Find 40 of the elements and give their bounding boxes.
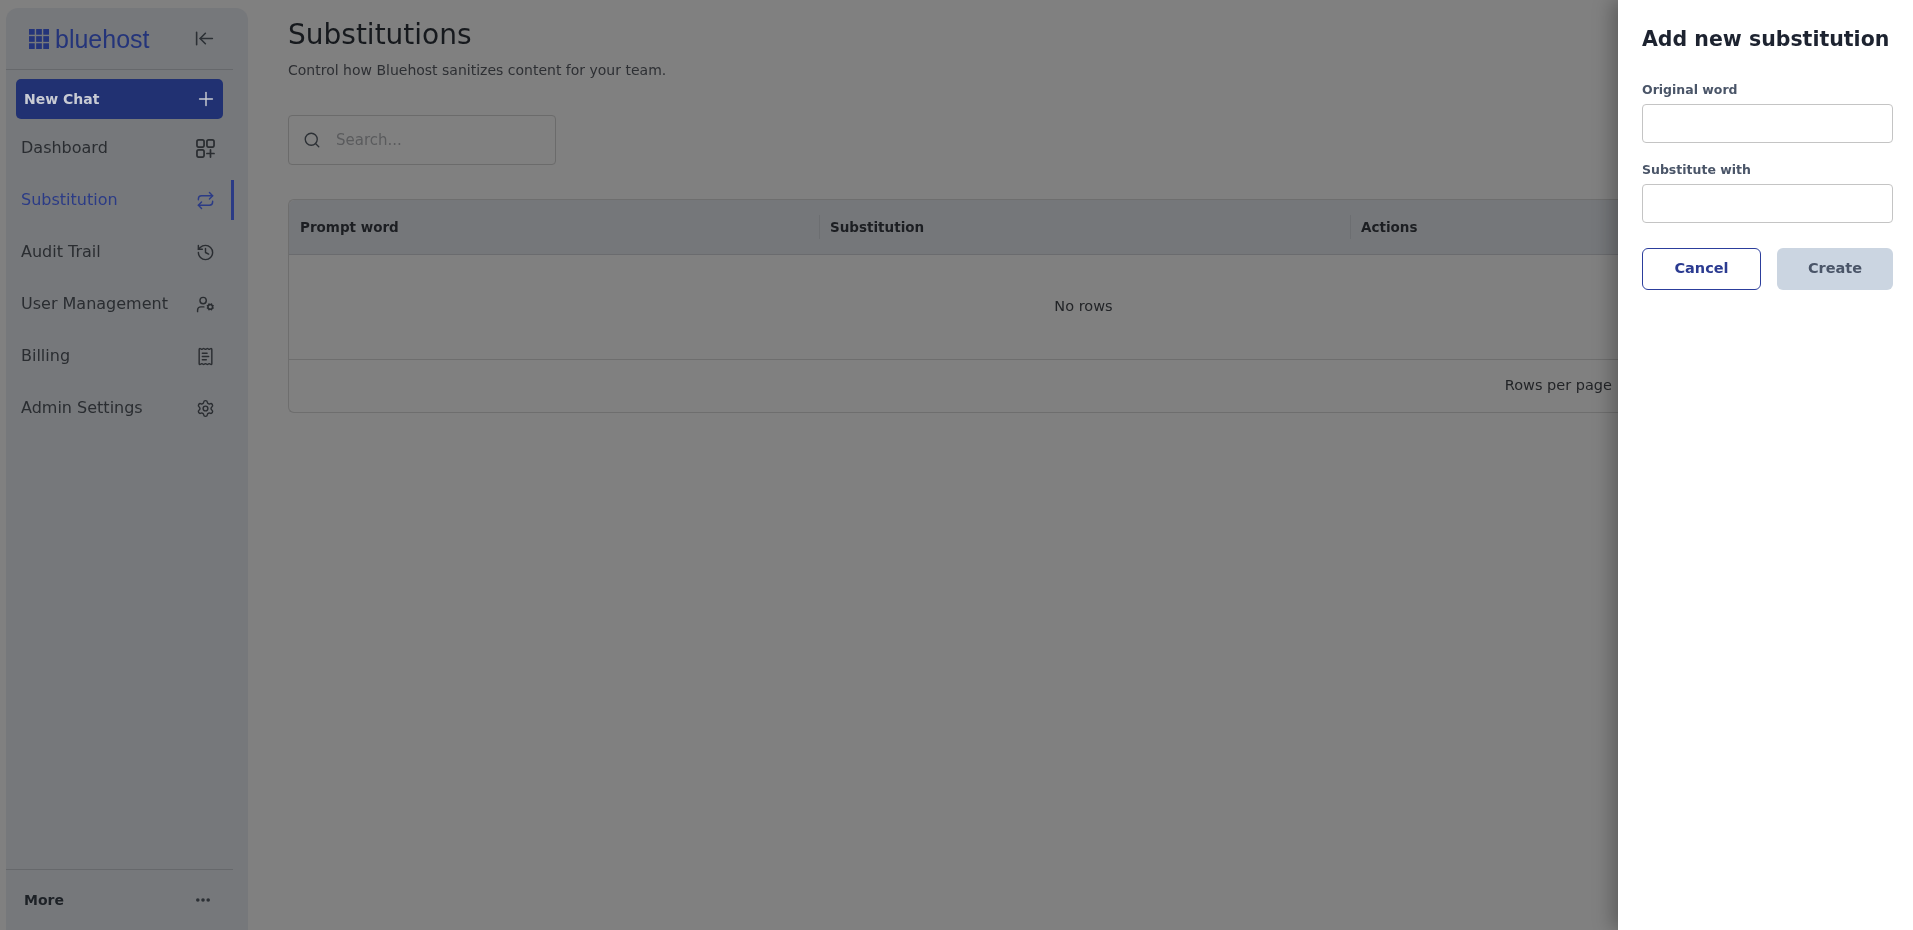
settings-icon [196,398,215,418]
nav-label: User Management [21,293,168,315]
ellipsis-icon [196,898,210,902]
nav-label: Billing [21,345,71,367]
nav-label: Substitution [21,189,118,211]
more-button[interactable]: More [6,870,248,930]
logo-grid-icon [29,28,49,49]
nav-item[interactable]: Audit Trail [16,226,223,278]
field-label: Substitute with [1642,161,1752,179]
column-header: Prompt word [299,217,399,237]
repeat-arrows-icon [196,190,215,210]
page-subtitle: Control how Bluehost sanitizes content for your team. [288,61,668,80]
empty-message: No rows [1054,297,1113,317]
field-label: Original word [1642,81,1739,99]
nav-item[interactable]: Billing [16,330,223,382]
panel-title: Add new substitution [1642,26,1891,53]
column-header: Substitution [829,217,925,237]
rows-per-page-label: Rows per page [1504,376,1612,396]
user-gear-icon [196,294,215,314]
nav-item[interactable]: Admin Settings [16,382,223,434]
receipt-icon [196,346,215,366]
nav-item[interactable]: Dashboard [16,122,223,174]
logo-text: bluehost [55,23,150,54]
new-chat-button[interactable]: New Chat [16,79,223,119]
input-field[interactable] [1642,184,1893,223]
history-clock-icon [196,242,215,262]
search-icon [303,131,321,149]
new-chat-label: New Chat [24,89,100,109]
page-title: Substitutions [288,17,473,53]
cancel-button[interactable]: Cancel [1642,248,1761,290]
nav-label: Dashboard [21,137,108,159]
input-field[interactable] [1642,104,1893,143]
grid-plus-icon [196,138,215,158]
active-indicator [231,180,234,220]
nav-item[interactable]: User Management [16,278,223,330]
nav-item[interactable]: Substitution [16,174,223,226]
nav-label: Admin Settings [21,397,143,419]
nav-label: Audit Trail [21,241,101,263]
more-label: More [24,890,64,910]
column-header: Actions [1360,217,1418,237]
